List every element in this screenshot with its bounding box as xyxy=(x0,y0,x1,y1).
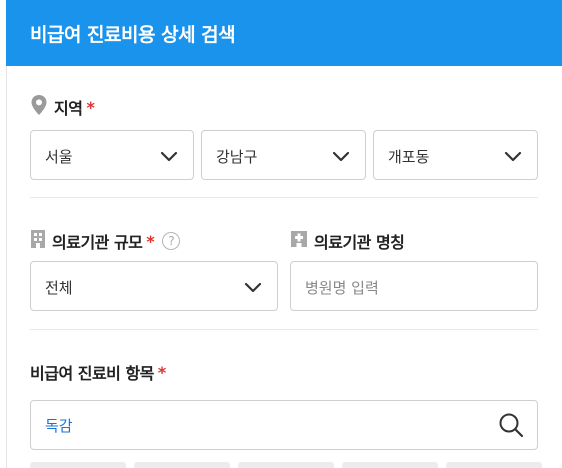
facility-name-input[interactable]: 병원명 입력 xyxy=(290,261,538,311)
required-mark: * xyxy=(146,231,155,251)
location-pin-icon xyxy=(30,94,48,120)
region-label: 지역 xyxy=(54,99,83,118)
item-search-value: 독감 xyxy=(45,417,73,435)
category-chip[interactable] xyxy=(342,462,438,468)
facility-name-placeholder: 병원명 입력 xyxy=(305,279,379,297)
divider xyxy=(30,197,538,198)
header-bar: 비급여 진료비용 상세 검색 xyxy=(6,0,562,66)
divider xyxy=(30,329,538,330)
facility-scale-label: 의료기관 규모 xyxy=(52,233,143,252)
category-chip-row xyxy=(30,462,542,468)
chevron-down-icon xyxy=(504,151,522,162)
facility-scale-label-group: 의료기관 규모 * ? xyxy=(30,229,181,253)
sigungu-select[interactable]: 강남구 xyxy=(201,130,366,180)
dong-select[interactable]: 개포동 xyxy=(373,130,538,180)
category-chip[interactable] xyxy=(30,462,126,468)
required-mark: * xyxy=(86,97,95,117)
sido-value: 서울 xyxy=(45,148,73,166)
sido-select[interactable]: 서울 xyxy=(30,130,194,180)
category-chip[interactable] xyxy=(238,462,334,468)
facility-name-label: 의료기관 명칭 xyxy=(314,233,405,252)
region-label-group: 지역 * xyxy=(30,94,95,120)
facility-name-label-group: 의료기관 명칭 xyxy=(290,229,405,253)
help-icon[interactable]: ? xyxy=(162,232,181,250)
chevron-down-icon xyxy=(332,151,350,162)
category-chip[interactable] xyxy=(134,462,230,468)
chevron-down-icon xyxy=(160,151,178,162)
search-icon[interactable] xyxy=(497,411,525,439)
page-title: 비급여 진료비용 상세 검색 xyxy=(30,24,236,46)
item-search-input[interactable]: 독감 xyxy=(30,400,538,450)
category-chip[interactable] xyxy=(446,462,542,468)
item-label: 비급여 진료비 항목 xyxy=(30,364,154,383)
facility-scale-value: 전체 xyxy=(45,279,73,297)
facility-scale-select[interactable]: 전체 xyxy=(30,261,278,311)
building-icon xyxy=(30,229,46,253)
dong-value: 개포동 xyxy=(388,148,430,166)
sigungu-value: 강남구 xyxy=(216,148,258,166)
item-label-group: 비급여 진료비 항목 * xyxy=(30,360,166,384)
hospital-icon xyxy=(290,230,308,252)
chevron-down-icon xyxy=(244,282,262,293)
required-mark: * xyxy=(157,362,166,382)
